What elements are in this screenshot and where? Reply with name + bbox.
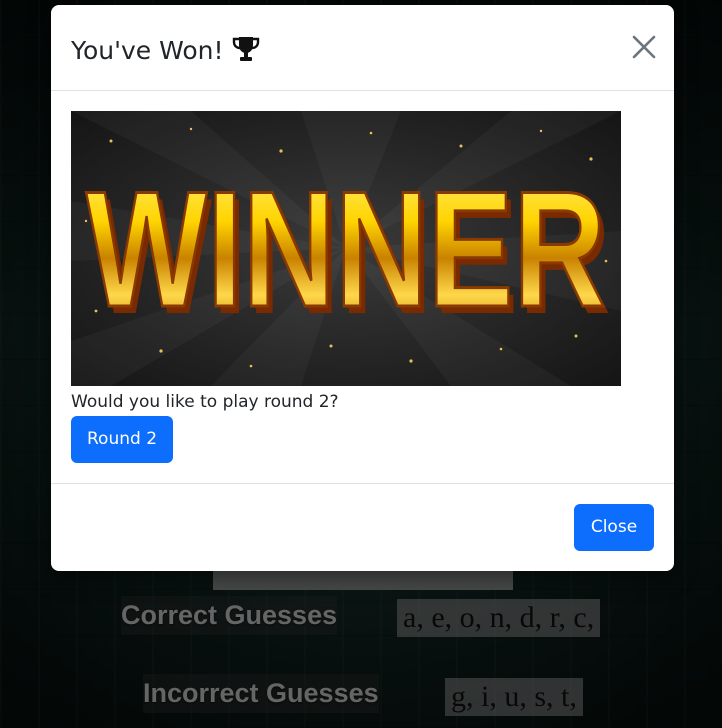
winner-image-text: WINNER bbox=[86, 157, 606, 341]
win-modal: You've Won! WINNER WINNER Would you like… bbox=[51, 5, 674, 571]
modal-body: WINNER WINNER Would you like to play rou… bbox=[71, 111, 654, 463]
modal-title-text: You've Won! bbox=[71, 35, 224, 65]
round-2-button[interactable]: Round 2 bbox=[71, 416, 174, 463]
winner-image: WINNER WINNER bbox=[71, 111, 621, 386]
modal-header: You've Won! bbox=[51, 5, 674, 91]
trophy-icon bbox=[232, 35, 260, 65]
round-prompt: Would you like to play round 2? bbox=[71, 392, 339, 412]
close-button[interactable]: Close bbox=[574, 504, 654, 551]
modal-title: You've Won! bbox=[71, 35, 260, 65]
modal-footer: Close bbox=[51, 483, 674, 571]
close-icon[interactable] bbox=[632, 35, 656, 59]
